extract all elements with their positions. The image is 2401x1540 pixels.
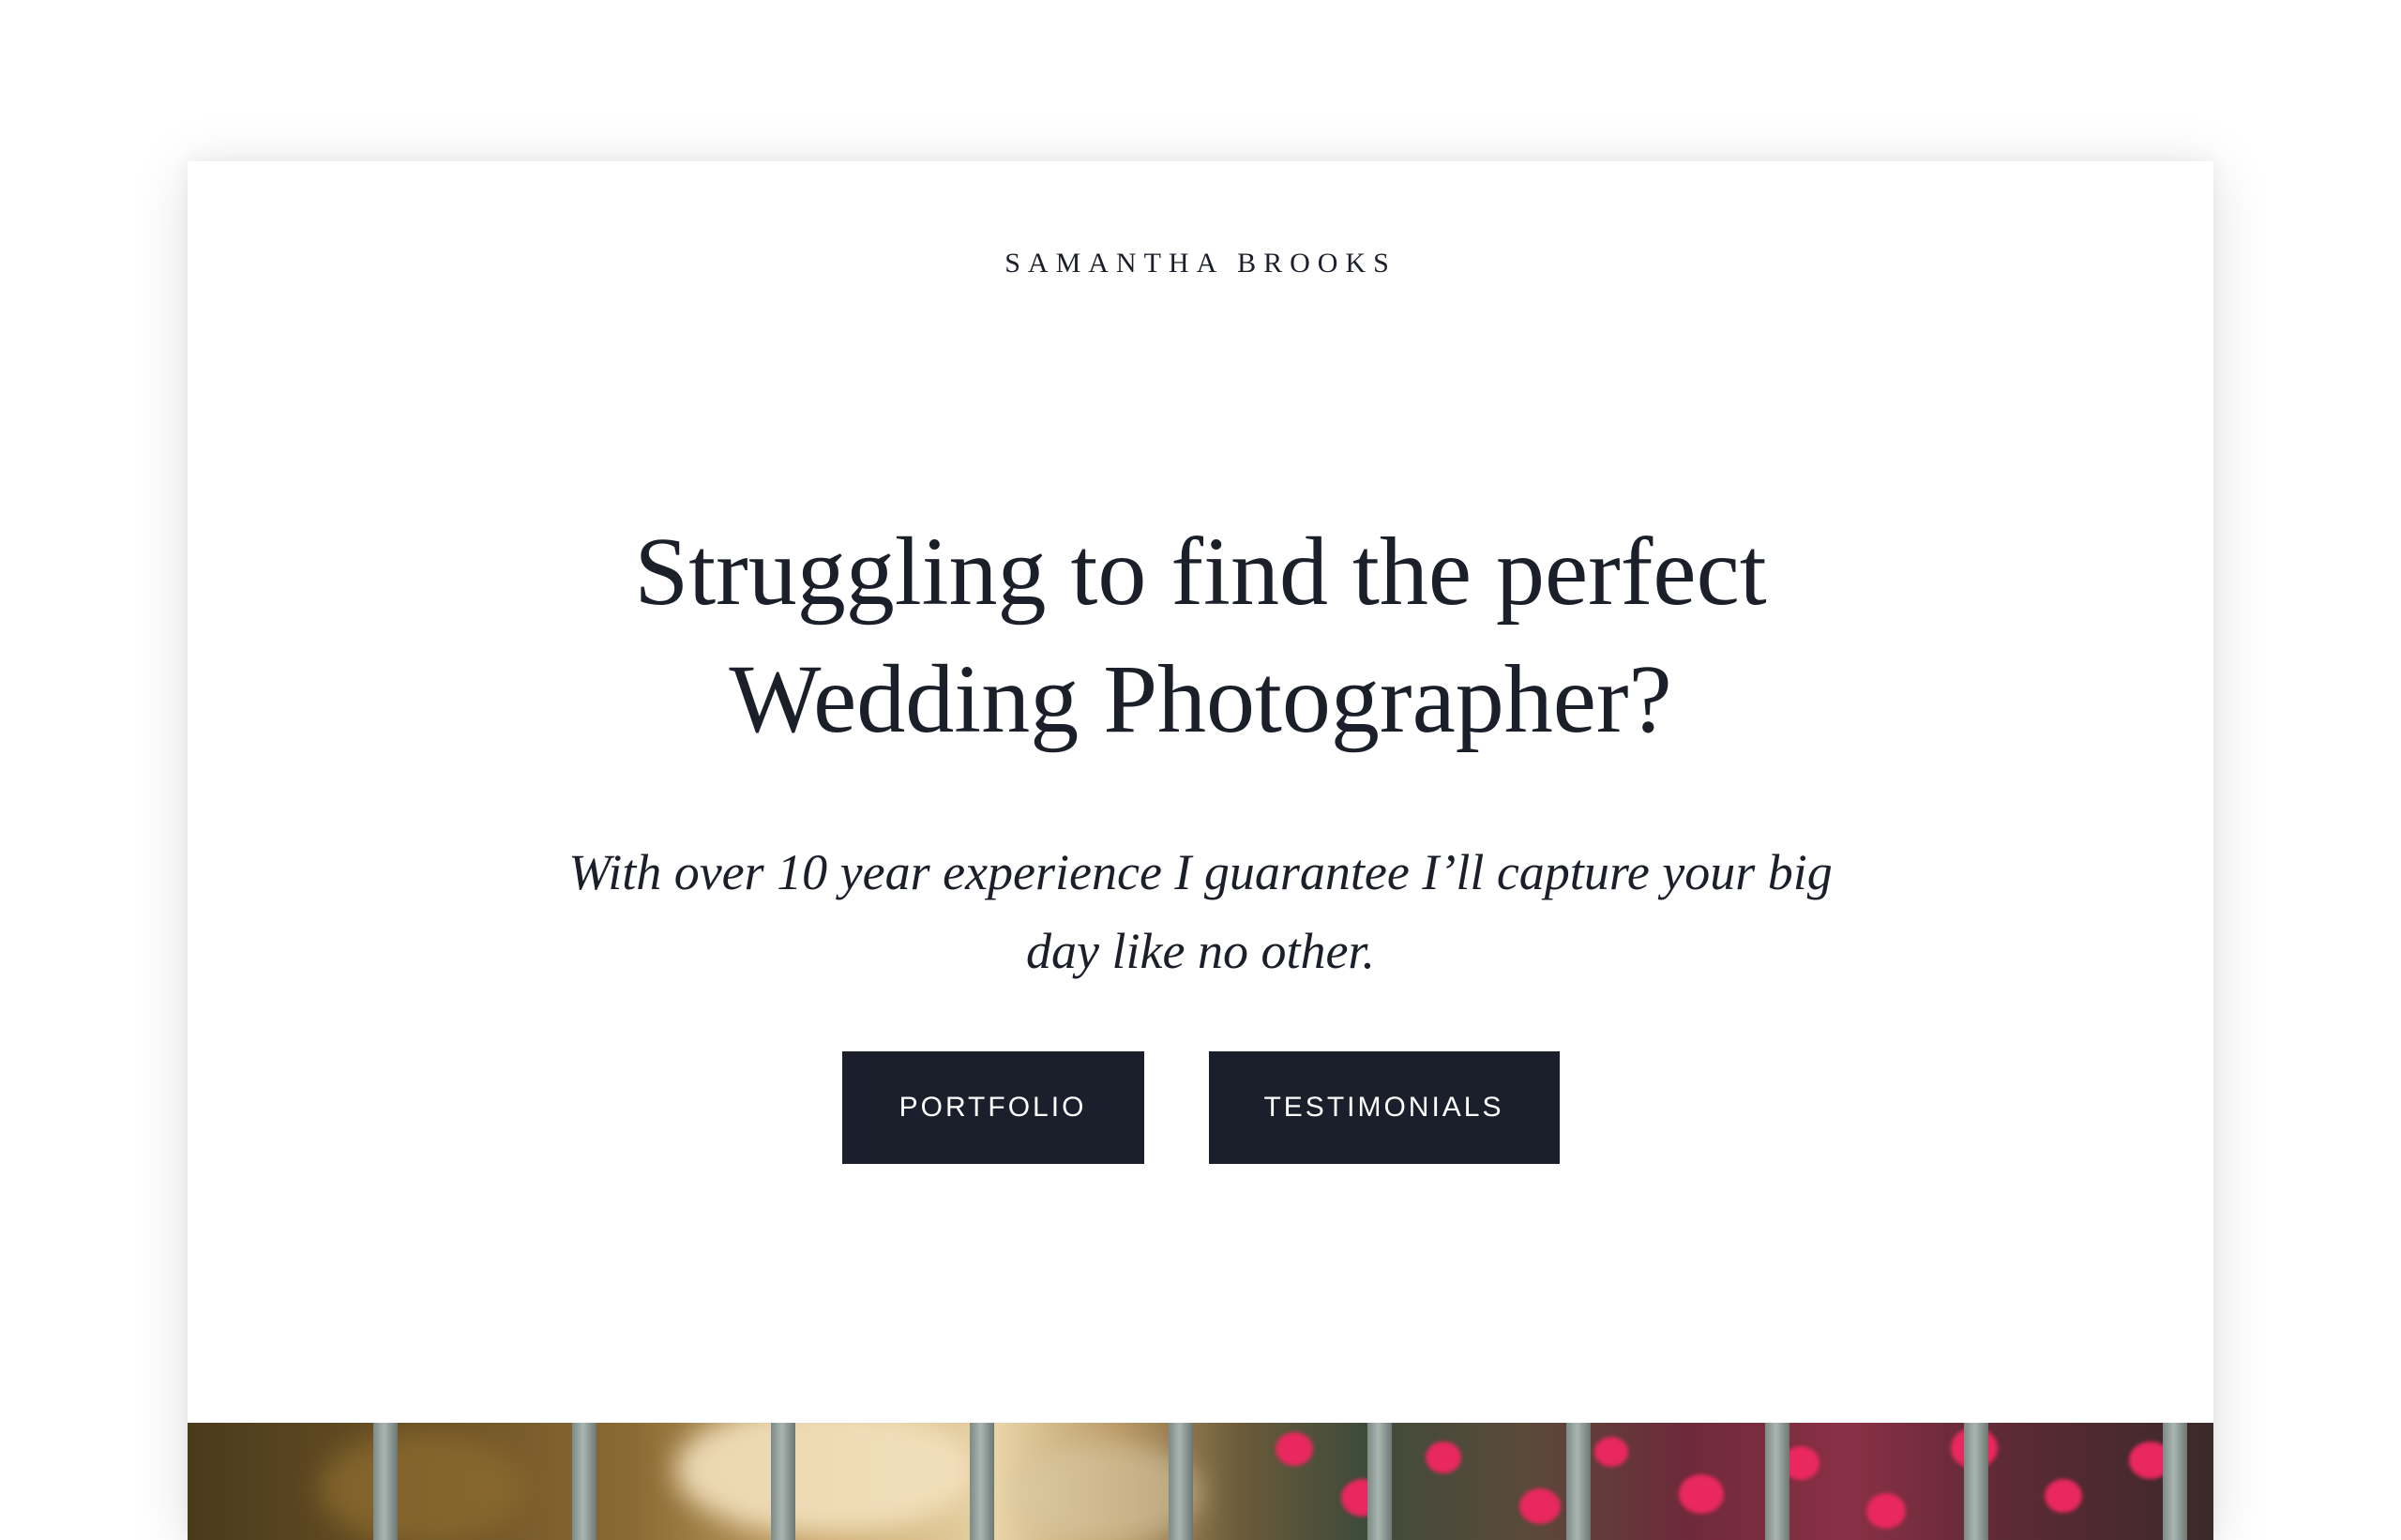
hero-photo	[188, 1423, 2213, 1540]
hero-headline: Struggling to find the perfect Wedding P…	[188, 508, 2213, 763]
hero-buttons: PORTFOLIO TESTIMONIALS	[188, 1051, 2213, 1164]
hero-headline-line1: Struggling to find the perfect	[634, 518, 1767, 626]
hero-subheadline-line1: With over 10 year experience I guarantee…	[568, 844, 1833, 900]
hero-subheadline-line2: day like no other.	[1026, 923, 1375, 979]
hero-headline-line2: Wedding Photographer?	[729, 645, 1672, 753]
brand-logo[interactable]: SAMANTHA BROOKS	[188, 248, 2213, 279]
hero-subheadline: With over 10 year experience I guarantee…	[188, 833, 2213, 990]
testimonials-button[interactable]: TESTIMONIALS	[1208, 1051, 1560, 1164]
page: SAMANTHA BROOKS Struggling to find the p…	[0, 0, 2401, 1540]
site-card: SAMANTHA BROOKS Struggling to find the p…	[188, 161, 2213, 1540]
portfolio-button[interactable]: PORTFOLIO	[841, 1051, 1144, 1164]
